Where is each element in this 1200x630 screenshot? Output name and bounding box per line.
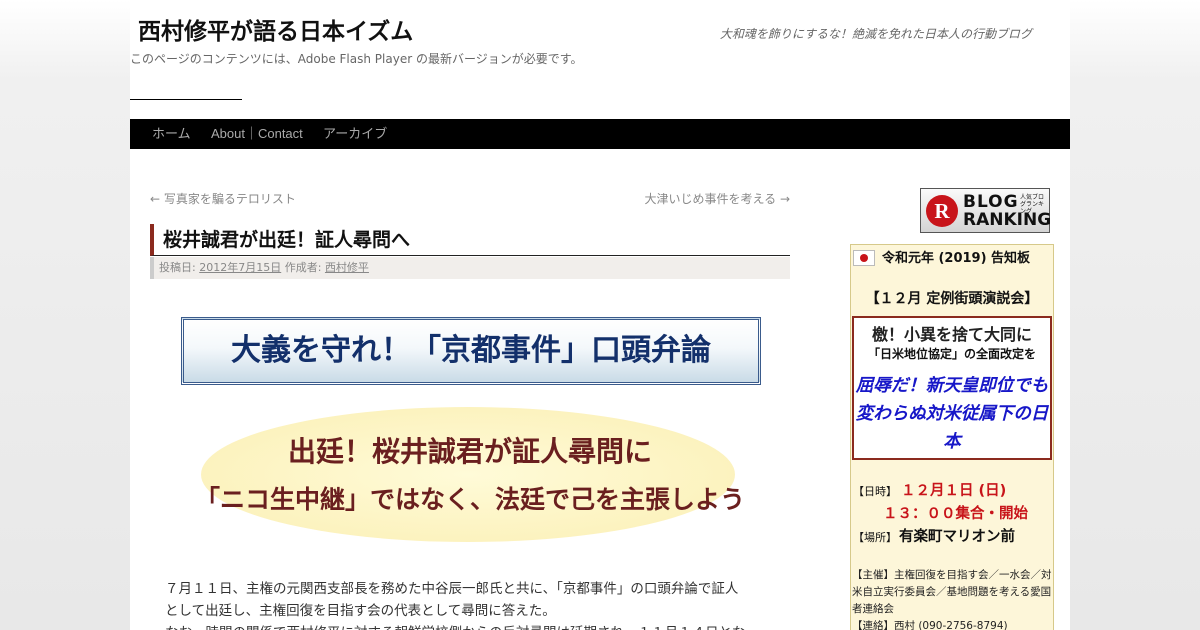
menu-item-archive[interactable]: アーカイブ [323, 119, 387, 149]
post-body-line: なお、時間の関係で西村修平に対する朝鮮学校側からの反対尋問は延期され、１１月１４… [165, 622, 775, 630]
place-label: 【場所】 [853, 531, 897, 544]
site-description: 大和魂を飾りにするな！絶滅を免れた日本人の行動ブログ [719, 27, 1032, 41]
notice-slogan-box: 檄！小異を捨て大同に 「日米地位協定」の全面改定を 屈辱だ！新天皇即位でも変わら… [852, 316, 1052, 460]
contact-text: 【連絡】西村 (090-2756-8794) [852, 620, 1008, 630]
post-body-line: として出廷し、主権回復を目指す会の代表として尋問に答えた。 [165, 603, 556, 619]
post-banner-subline-1: 出廷！桜井誠君が証人尋問に [287, 435, 652, 468]
blog-ranking-logo-icon: R [926, 195, 958, 227]
organizer-text: 【主催】主権回復を目指す会／一水会／対米自立実行委員会／基地問題を考える愛国者連… [852, 569, 1052, 615]
post-banner-oval [201, 407, 735, 542]
header-divider [130, 99, 242, 100]
site-title[interactable]: 西村修平が語る日本イズム [138, 12, 413, 46]
event-date: １２月１日 (日) [901, 483, 1007, 499]
blog-ranking-banner[interactable]: R BLOG 人気ブログランキング RANKING [920, 188, 1052, 233]
page-wrapper: 西村修平が語る日本イズム 大和魂を飾りにするな！絶滅を免れた日本人の行動ブログ … [130, 0, 1070, 630]
main-menu: ホーム About｜Contact アーカイブ [130, 119, 1070, 149]
blog-ranking-text-blog: BLOG [963, 192, 1019, 212]
japan-flag-icon [853, 250, 875, 266]
post-banner-headline: 大義を守れ！「京都事件」口頭弁論 [181, 317, 761, 385]
notice-board: 令和元年 (2019) 告知板 【１２月 定例街頭演説会】 檄！小異を捨て大同に… [850, 244, 1054, 630]
author-label: 作成者: [284, 261, 322, 274]
post-body-line: ７月１１日、主権の元関西支部長を務めた中谷辰一郎氏と共に、「京都事件」の口頭弁論… [165, 581, 739, 597]
post-author-link[interactable]: 西村修平 [325, 261, 369, 274]
post-banner-subline-2: 「ニコ生中継」ではなく、法廷で己を主張しよう [194, 485, 745, 514]
slogan-line-2: 「日米地位協定」の全面改定を [867, 347, 1036, 361]
next-post-link[interactable]: 大津いじめ事件を考える → [644, 190, 790, 207]
post-title: 桜井誠君が出廷！証人尋問へ [150, 224, 790, 256]
slogan-line-1: 檄！小異を捨て大同に [871, 325, 1032, 344]
organizer-info: 【主催】主権回復を目指す会／一水会／対米自立実行委員会／基地問題を考える愛国者連… [852, 567, 1054, 630]
date-label: 【日時】 [853, 485, 897, 498]
notice-event-heading: 【１２月 定例街頭演説会】 [865, 291, 1039, 307]
event-place: 有楽町マリオン前 [899, 529, 1015, 545]
menu-item-about-contact[interactable]: About｜Contact [211, 119, 303, 149]
prev-post-link[interactable]: ← 写真家を騙るテロリスト [150, 190, 296, 207]
post-date-link[interactable]: 2012年7月15日 [199, 261, 281, 274]
posted-on-label: 投稿日: [159, 261, 196, 274]
slogan-line-3: 屈辱だ！新天皇即位でも変わらぬ対米従属下の日本 [855, 376, 1049, 452]
notice-board-title: 令和元年 (2019) 告知板 [881, 251, 1031, 266]
blog-ranking-text-ranking: RANKING [963, 210, 1052, 230]
flash-player-notice: このページのコンテンツには、Adobe Flash Player の最新バージョ… [130, 52, 583, 66]
post-body: ７月１１日、主権の元関西支部長を務めた中谷辰一郎氏と共に、「京都事件」の口頭弁論… [165, 578, 775, 630]
event-time: １３：００集合・開始 [883, 506, 1028, 522]
post-meta: 投稿日: 2012年7月15日 作成者: 西村修平 [150, 257, 790, 279]
menu-item-home[interactable]: ホーム [152, 119, 191, 149]
